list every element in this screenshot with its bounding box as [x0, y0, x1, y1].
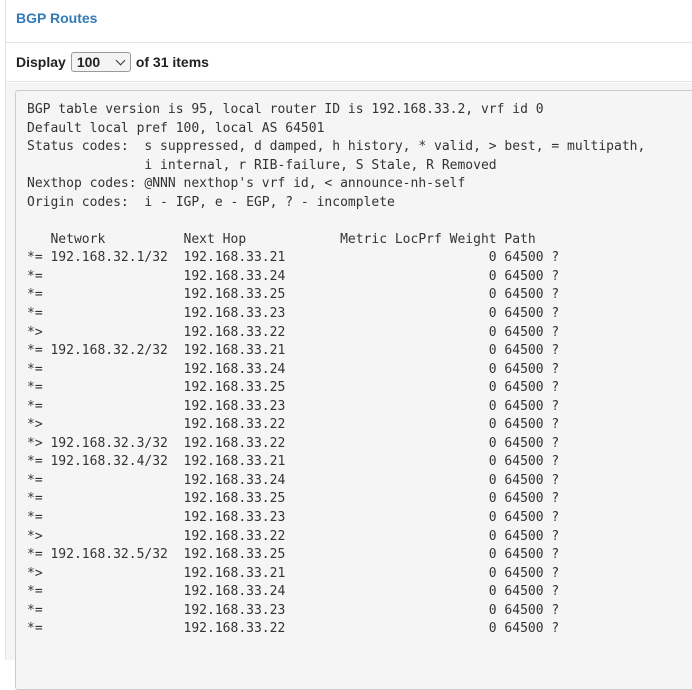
route-row: *= 192.168.33.23 0 64500 ?: [27, 510, 560, 526]
output-area: BGP table version is 95, local router ID…: [6, 83, 692, 690]
route-row: *= 192.168.33.25 0 64500 ?: [27, 491, 560, 507]
route-row: *= 192.168.33.24 0 64500 ?: [27, 472, 560, 488]
route-row: *= 192.168.33.23 0 64500 ?: [27, 398, 560, 414]
panel-header: BGP Routes: [6, 0, 692, 43]
chevron-down-icon: [115, 55, 126, 65]
route-row: *> 192.168.32.3/32 192.168.33.22 0 64500…: [27, 435, 560, 451]
route-row: *= 192.168.33.24 0 64500 ?: [27, 584, 560, 600]
output-line: Default local pref 100, local AS 64501: [27, 120, 325, 136]
page-size-select[interactable]: 100: [70, 52, 131, 72]
output-line: BGP table version is 95, local router ID…: [27, 102, 544, 117]
route-row: *> 192.168.33.22 0 64500 ?: [27, 324, 560, 340]
route-row: *= 192.168.32.2/32 192.168.33.21 0 64500…: [27, 343, 560, 359]
route-row: *= 192.168.32.4/32 192.168.33.21 0 64500…: [27, 454, 560, 470]
output-line: Status codes: s suppressed, d damped, h …: [27, 139, 646, 155]
route-row: *= 192.168.33.23 0 64500 ?: [27, 306, 560, 322]
bgp-routes-panel: BGP Routes Display 100 of 31 items BGP t…: [5, 0, 692, 690]
route-row: *= 192.168.33.25 0 64500 ?: [27, 380, 560, 396]
display-label: Display: [16, 54, 66, 70]
item-count: of 31 items: [135, 54, 209, 70]
route-table: *= 192.168.32.1/32 192.168.33.21 0 64500…: [27, 249, 692, 638]
route-row: *= 192.168.33.24 0 64500 ?: [27, 361, 560, 377]
pagination-toolbar: Display 100 of 31 items: [6, 43, 692, 82]
route-row: *> 192.168.33.21 0 64500 ?: [27, 565, 560, 581]
route-row: *= 192.168.33.25 0 64500 ?: [27, 287, 560, 303]
bgp-output: BGP table version is 95, local router ID…: [15, 90, 692, 690]
route-row: *= 192.168.32.1/32 192.168.33.21 0 64500…: [27, 250, 560, 266]
route-row: *> 192.168.33.22 0 64500 ?: [27, 528, 560, 544]
output-line: i internal, r RIB-failure, S Stale, R Re…: [27, 157, 497, 173]
output-line: Origin codes: i - IGP, e - EGP, ? - inco…: [27, 194, 395, 210]
page-size-value: 100: [76, 54, 101, 70]
panel-title[interactable]: BGP Routes: [16, 10, 97, 26]
table-header: Network Next Hop Metric LocPrf Weight Pa…: [27, 231, 536, 247]
output-line: Nexthop codes: @NNN nexthop's vrf id, < …: [27, 176, 466, 192]
route-row: *= 192.168.33.24 0 64500 ?: [27, 268, 560, 284]
route-row: *> 192.168.33.22 0 64500 ?: [27, 417, 560, 433]
route-row: *= 192.168.32.5/32 192.168.33.25 0 64500…: [27, 547, 560, 563]
route-row: *= 192.168.33.23 0 64500 ?: [27, 602, 560, 618]
route-row: *= 192.168.33.22 0 64500 ?: [27, 621, 560, 637]
